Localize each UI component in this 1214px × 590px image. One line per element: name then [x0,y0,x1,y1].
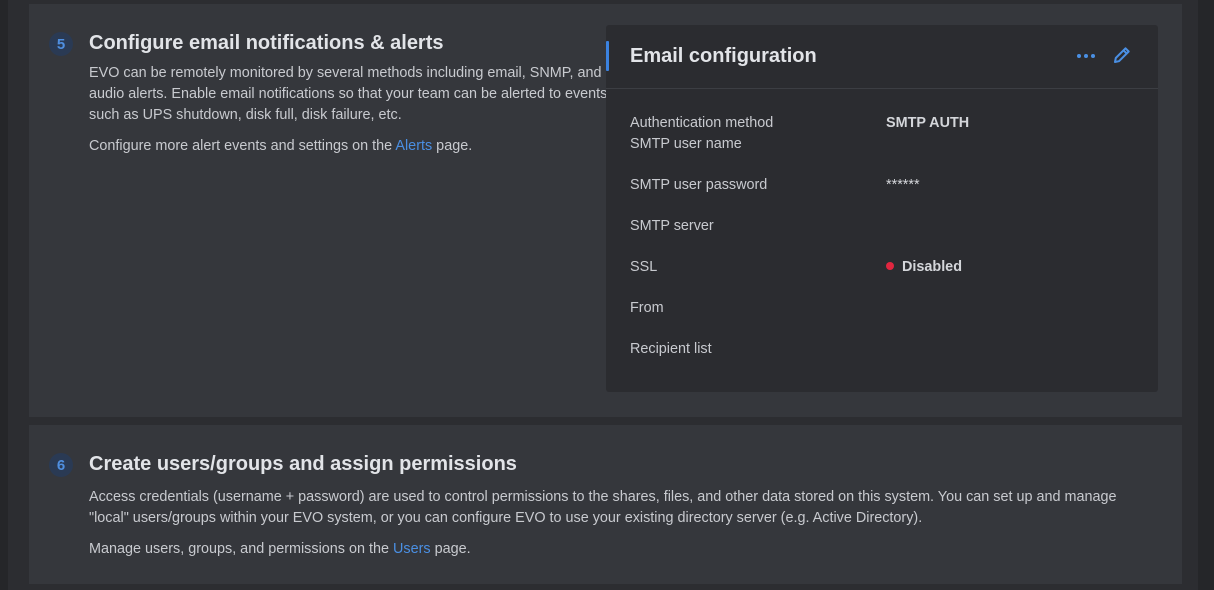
step-more-text: Manage users, groups, and permissions on… [89,539,471,560]
more-text-suffix: page. [432,138,473,154]
panel-title: Email configuration [630,45,817,67]
alerts-page-link[interactable]: Alerts [395,138,432,154]
ssl-status-text: Disabled [902,259,962,275]
field-label-authentication-method: Authentication method [630,115,774,131]
field-value-authentication-method: SMTP AUTH [886,115,970,131]
step-more-text: Configure more alert events and settings… [89,136,472,157]
more-text-prefix: Manage users, groups, and permissions on… [89,541,393,557]
users-page-link[interactable]: Users [393,541,431,557]
more-text-suffix: page. [430,541,471,557]
step-5-card: 5 Configure email notifications & alerts… [29,4,1182,417]
step-number-badge: 5 [49,32,73,56]
step-description: EVO can be remotely monitored by several… [89,65,608,123]
field-value-smtp-user-password: ****** [886,177,920,193]
setup-steps-area: 5 Configure email notifications & alerts… [8,0,1198,590]
pencil-icon[interactable] [1111,44,1133,66]
field-label-from: From [630,300,664,316]
step-title: Configure email notifications & alerts [89,32,444,54]
field-value-ssl: Disabled [886,259,962,275]
field-label-smtp-server: SMTP server [630,218,714,234]
field-label-ssl: SSL [630,259,658,275]
more-text-prefix: Configure more alert events and settings… [89,138,396,154]
step-number-badge: 6 [49,453,73,477]
step-6-card: 6 Create users/groups and assign permiss… [29,425,1182,584]
panel-header: Email configuration [606,25,1158,89]
step-title: Create users/groups and assign permissio… [89,453,517,475]
panel-accent-bar [606,41,609,71]
field-label-smtp-user-name: SMTP user name [630,136,742,152]
email-configuration-panel: Email configuration Authentication metho… [606,25,1158,392]
field-label-recipient-list: Recipient list [630,341,712,357]
status-dot-icon [886,262,894,270]
more-dots-icon[interactable] [1074,45,1098,67]
field-label-smtp-user-password: SMTP user password [630,177,768,193]
step-description: Access credentials (username + password)… [89,489,1117,526]
